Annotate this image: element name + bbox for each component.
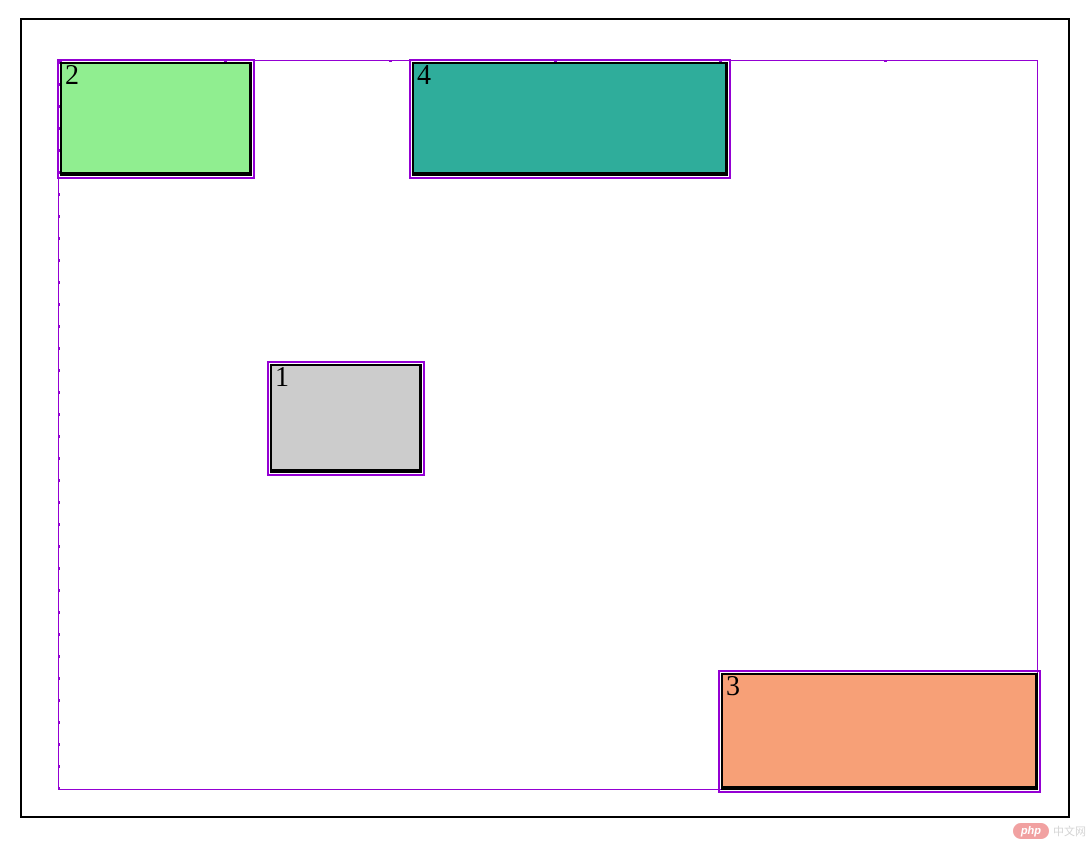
watermark: php 中文网 [1013, 823, 1086, 839]
watermark-text: 中文网 [1053, 823, 1086, 839]
box-4-label: 4 [417, 60, 431, 92]
box-3: 3 [721, 673, 1038, 790]
outer-frame: 2 4 1 3 [20, 18, 1070, 818]
grid-cell-4: 4 [409, 59, 731, 179]
grid-cell-1: 1 [267, 361, 425, 476]
grid-cell-2: 2 [57, 59, 255, 179]
grid-container: 2 4 1 3 [58, 60, 1038, 790]
box-2-label: 2 [65, 60, 79, 92]
grid-cell-3: 3 [718, 670, 1041, 793]
box-1: 1 [270, 364, 422, 473]
box-2: 2 [60, 62, 252, 176]
box-1-label: 1 [275, 362, 289, 394]
box-3-label: 3 [726, 671, 740, 703]
watermark-badge: php [1013, 823, 1049, 839]
box-4: 4 [412, 62, 728, 176]
